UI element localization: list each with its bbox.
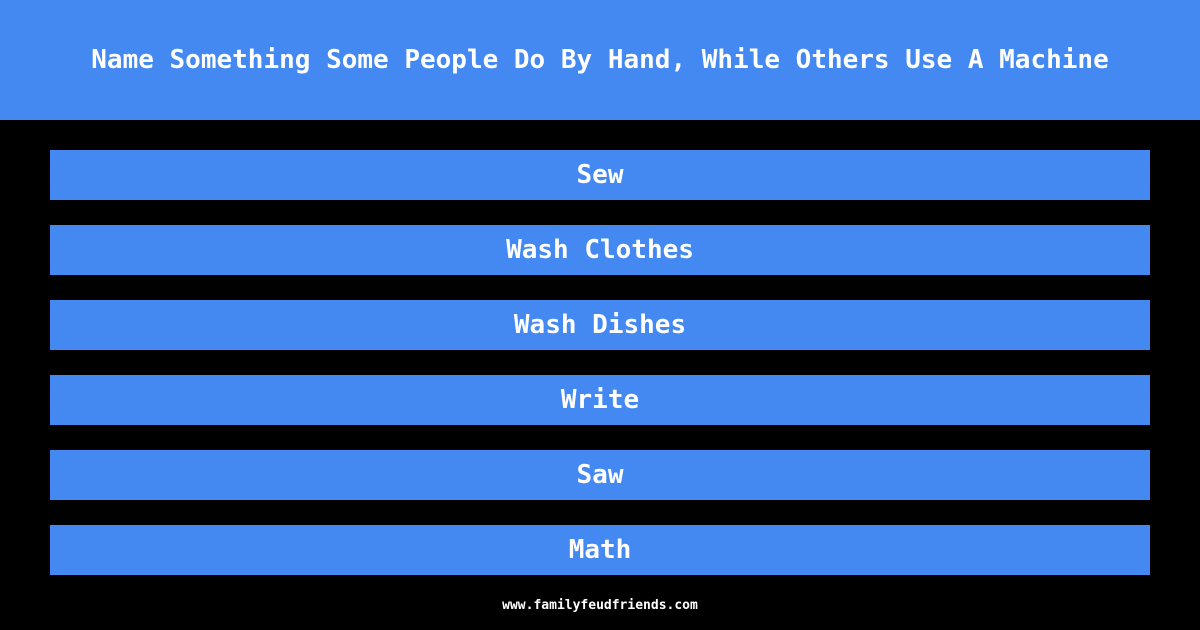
answer-bar: Wash Clothes [50, 225, 1150, 275]
answer-text: Saw [576, 460, 624, 490]
answer-bar: Saw [50, 450, 1150, 500]
site-url: www.familyfeudfriends.com [502, 598, 698, 613]
question-title: Name Something Some People Do By Hand, W… [91, 45, 1109, 75]
answer-text: Write [560, 385, 640, 415]
answer-bar: Math [50, 525, 1150, 575]
question-header: Name Something Some People Do By Hand, W… [0, 0, 1200, 120]
answer-bar: Sew [50, 150, 1150, 200]
answer-bar: Wash Dishes [50, 300, 1150, 350]
answer-text: Wash Dishes [513, 310, 687, 340]
answer-text: Sew [576, 160, 624, 190]
answer-text: Math [568, 535, 632, 565]
answer-text: Wash Clothes [506, 235, 694, 265]
answer-bar: Write [50, 375, 1150, 425]
